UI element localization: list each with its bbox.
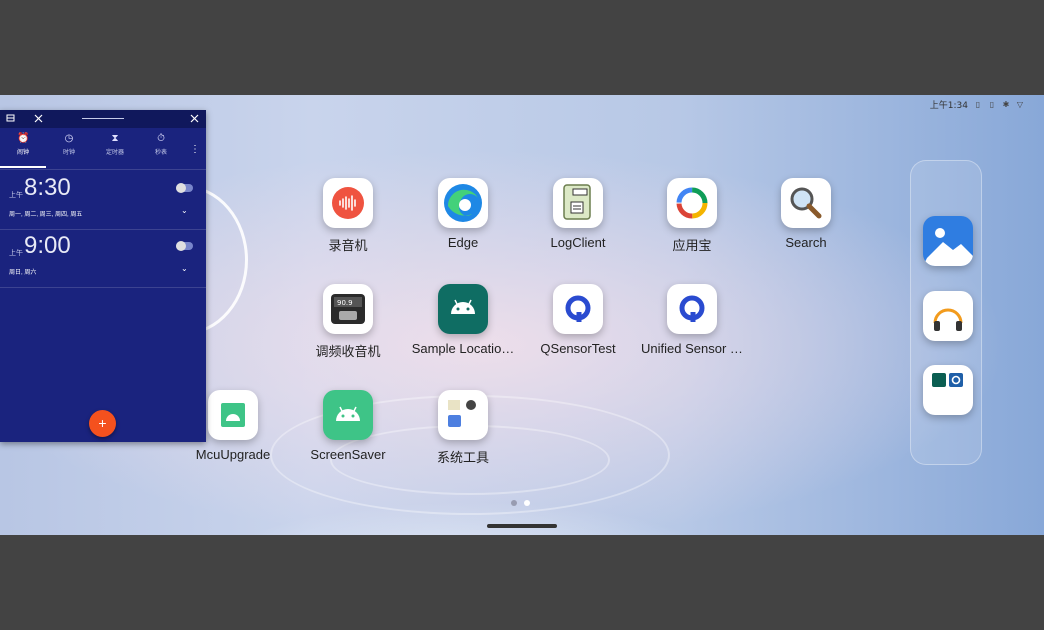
tab-stopwatch[interactable]: ⏱ 秒表 [138, 130, 184, 170]
minimize-window-icon[interactable] [6, 114, 15, 123]
tab-label: 定时器 [105, 150, 124, 156]
alarm-ampm: 上午 [9, 250, 23, 257]
radio-icon: 90.9 [323, 284, 373, 334]
tab-label: 秒表 [154, 150, 167, 156]
more-options-icon[interactable]: ⋮ [190, 144, 200, 155]
android-icon [208, 390, 258, 440]
page-dot[interactable] [511, 500, 517, 506]
clock-icon: ◷ [64, 133, 74, 144]
app-label: ScreenSaver [310, 447, 386, 462]
app-system-tools[interactable]: 系统工具 [403, 390, 523, 466]
alarm-days: 周一, 周二, 周三, 周四, 周五 [9, 212, 83, 218]
stopwatch-icon: ⏱ [157, 133, 165, 144]
q-logo-icon [553, 284, 603, 334]
status-time: 上午1:34 [929, 100, 968, 111]
app-label: 系统工具 [436, 450, 489, 465]
sim-icon: ▯ [989, 99, 995, 109]
window-titlebar[interactable] [0, 110, 206, 128]
alarm-ampm: 上午 [9, 192, 23, 199]
alarm-time[interactable]: 9:00 [24, 232, 71, 260]
bluetooth-icon: ✱ [1002, 99, 1010, 109]
tab-clock[interactable]: ◷ 时钟 [46, 130, 92, 170]
alarm-icon: ⏰ [17, 133, 30, 144]
alarm-time[interactable]: 8:30 [24, 174, 71, 202]
app-app-store[interactable]: 应用宝 [632, 178, 752, 254]
app-logclient[interactable]: LogClient [518, 178, 638, 250]
close-icon[interactable] [34, 114, 43, 123]
app-search[interactable]: Search [746, 178, 866, 250]
close-icon[interactable] [190, 114, 199, 123]
android-icon [323, 390, 373, 440]
app-label: Edge [447, 235, 479, 250]
home-gesture-bar[interactable] [487, 524, 557, 528]
app-label: 应用宝 [672, 238, 712, 253]
magnifier-icon [781, 178, 831, 228]
headphones-icon[interactable] [923, 291, 973, 341]
alarm-toggle[interactable] [176, 241, 193, 251]
app-label: Sample Locatio… [411, 341, 515, 356]
app-label: McuUpgrade [195, 447, 271, 462]
drag-handle[interactable] [82, 118, 124, 119]
tab-label: 时钟 [62, 150, 75, 156]
page-indicator [511, 500, 530, 506]
app-qsensortest[interactable]: QSensorTest [518, 284, 638, 356]
sound-wave-icon [323, 178, 373, 228]
app-label: LogClient [550, 235, 606, 250]
alarm-days: 周日, 周六 [9, 270, 37, 276]
clock-tabs: ⏰ 闹钟 ◷ 时钟 ⧗ 定时器 ⏱ 秒表 ⋮ [0, 130, 206, 170]
status-bar: 上午1:34 ▯ ▯ ✱ ▽ [930, 97, 1024, 111]
alarm-item[interactable]: 上午 8:30 周一, 周二, 周三, 周四, 周五 ⌄ [0, 174, 206, 230]
app-label: Search [785, 235, 827, 250]
tab-timer[interactable]: ⧗ 定时器 [92, 130, 138, 170]
chevron-down-icon[interactable]: ⌄ [181, 264, 188, 273]
sim-icon: ▯ [975, 99, 981, 109]
app-sample-location[interactable]: Sample Locatio… [403, 284, 523, 356]
android-icon [438, 284, 488, 334]
page-dot-active[interactable] [524, 500, 530, 506]
tab-alarm[interactable]: ⏰ 闹钟 [0, 130, 46, 170]
hourglass-icon: ⧗ [111, 133, 119, 144]
alarm-item[interactable]: 上午 9:00 周日, 周六 ⌄ [0, 232, 206, 288]
app-label: 录音机 [328, 238, 368, 253]
gallery-icon[interactable] [923, 216, 973, 266]
tab-label: 闹钟 [16, 150, 29, 156]
app-label: QSensorTest [540, 341, 616, 356]
chevron-down-icon[interactable]: ⌄ [181, 206, 188, 215]
app-unified-sensor[interactable]: Unified Sensor … [632, 284, 752, 356]
edge-browser-icon [438, 178, 488, 228]
clock-app-window: ⏰ 闹钟 ◷ 时钟 ⧗ 定时器 ⏱ 秒表 ⋮ 上午 8:30 周一, 周二, 周… [0, 110, 206, 442]
app-recorder[interactable]: 录音机 [288, 178, 408, 254]
dock [910, 160, 982, 465]
alarm-toggle[interactable] [176, 183, 193, 193]
svg-text:90.9: 90.9 [337, 299, 353, 307]
app-store-icon [667, 178, 717, 228]
log-document-icon [553, 178, 603, 228]
app-edge[interactable]: Edge [403, 178, 523, 250]
app-label: 调频收音机 [315, 344, 381, 359]
settings-folder-icon[interactable] [923, 365, 973, 415]
add-alarm-button[interactable]: + [89, 410, 116, 437]
q-logo-icon [667, 284, 717, 334]
app-screensaver[interactable]: ScreenSaver [288, 390, 408, 462]
folder-icon [438, 390, 488, 440]
app-label: Unified Sensor … [641, 341, 743, 356]
app-fm-radio[interactable]: 90.9 调频收音机 [288, 284, 408, 360]
wifi-icon: ▽ [1016, 99, 1024, 109]
